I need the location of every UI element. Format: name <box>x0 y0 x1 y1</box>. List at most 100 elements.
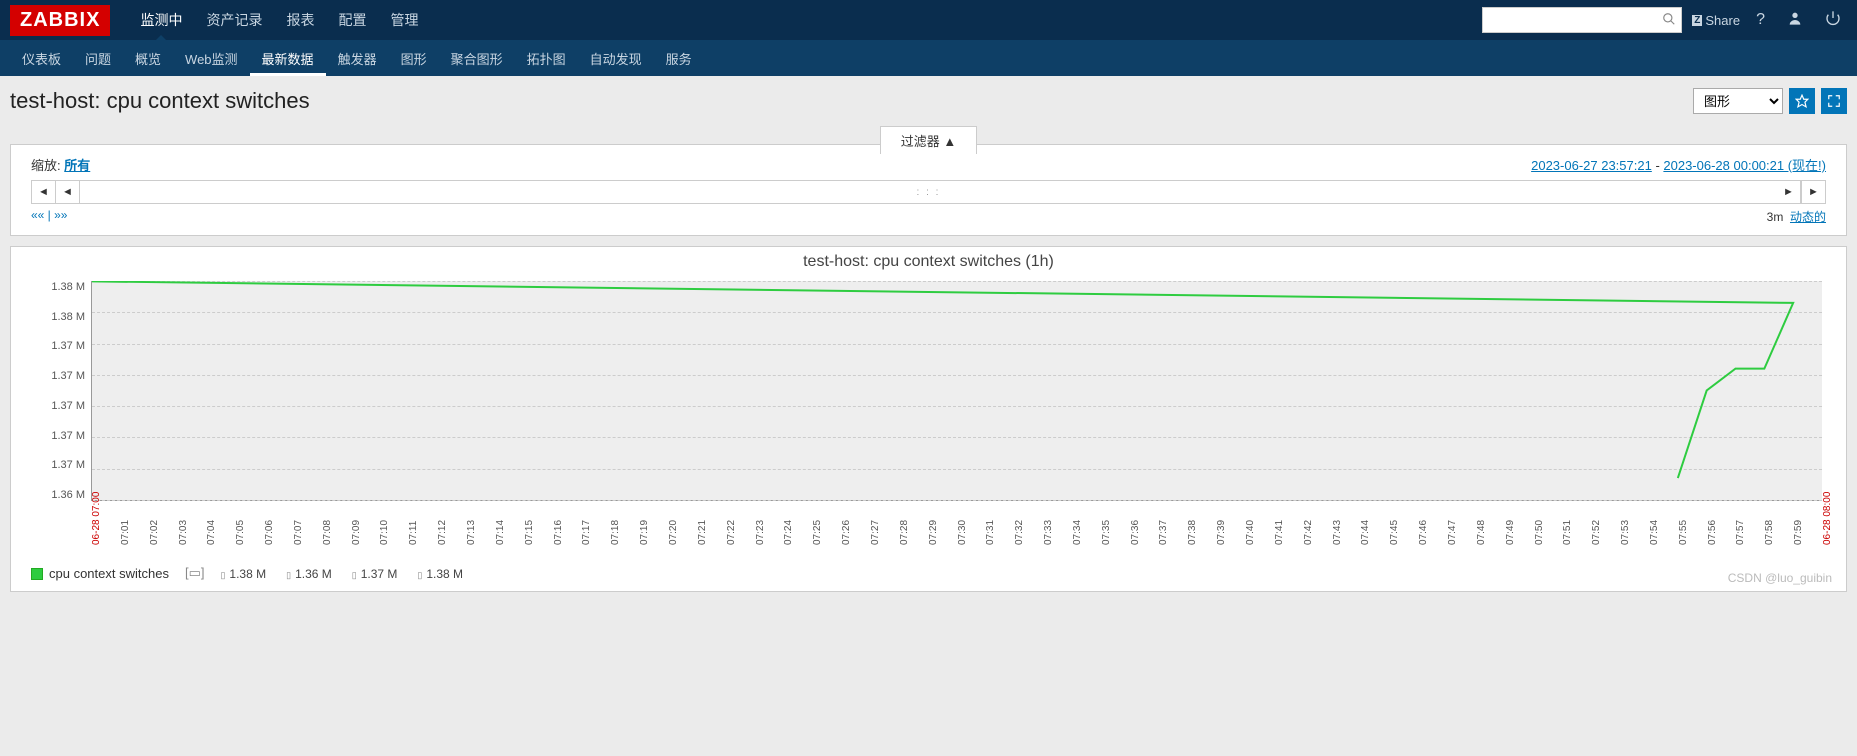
view-select[interactable]: 图形 <box>1693 88 1783 114</box>
x-tick: 06-28 08:00 <box>1822 492 1833 545</box>
legend-icon: [▭] <box>185 565 205 581</box>
date-to-link[interactable]: 2023-06-28 00:00:21 (现在!) <box>1663 158 1826 173</box>
x-tick: 07:25 <box>812 520 823 545</box>
x-tick: 07:50 <box>1534 520 1545 545</box>
y-tick: 1.38 M <box>21 281 85 293</box>
x-tick: 07:48 <box>1476 520 1487 545</box>
search-box <box>1482 7 1682 33</box>
date-range: 2023-06-27 23:57:21 - 2023-06-28 00:00:2… <box>1531 155 1826 174</box>
fullscreen-button[interactable] <box>1821 88 1847 114</box>
x-tick: 07:11 <box>408 521 419 545</box>
top-nav: 监测中资产记录报表配置管理 <box>128 0 1482 40</box>
x-tick: 07:33 <box>1043 520 1054 545</box>
x-tick: 07:02 <box>149 520 160 545</box>
x-tick: 07:53 <box>1620 520 1631 545</box>
legend-stats: ▯1.38 M▯1.36 M▯1.37 M▯1.38 M <box>220 566 483 581</box>
x-tick: 07:41 <box>1274 520 1285 545</box>
x-tick: 07:54 <box>1649 520 1660 545</box>
x-tick: 07:16 <box>553 520 564 545</box>
zoom-control: 缩放: 所有 <box>31 155 90 174</box>
x-tick: 07:28 <box>899 520 910 545</box>
share-button[interactable]: ZShare <box>1692 13 1740 28</box>
y-tick: 1.37 M <box>21 430 85 442</box>
chart-panel: test-host: cpu context switches (1h) 1.3… <box>10 246 1847 592</box>
nav-prev-button[interactable]: ◄ <box>56 181 80 203</box>
legend-item: cpu context switches <box>31 566 169 581</box>
x-tick: 07:42 <box>1303 520 1314 545</box>
chart-title: test-host: cpu context switches (1h) <box>21 253 1836 271</box>
x-tick: 07:07 <box>293 520 304 545</box>
x-tick: 07:40 <box>1245 520 1256 545</box>
filter-row: 缩放: 所有 2023-06-27 23:57:21 - 2023-06-28 … <box>31 155 1826 174</box>
subnav-item[interactable]: 聚合图形 <box>439 41 515 76</box>
help-icon[interactable]: ? <box>1750 7 1771 33</box>
x-tick: 07:37 <box>1158 520 1169 545</box>
topnav-item[interactable]: 管理 <box>378 0 430 40</box>
page-title: test-host: cpu context switches <box>10 88 1693 114</box>
nav-prev-page-button[interactable]: ◄ <box>32 181 56 203</box>
power-icon[interactable] <box>1819 6 1847 35</box>
date-from-link[interactable]: 2023-06-27 23:57:21 <box>1531 158 1652 173</box>
x-tick: 07:35 <box>1101 520 1112 545</box>
topnav-item[interactable]: 配置 <box>326 0 378 40</box>
topnav-item[interactable]: 监测中 <box>128 0 194 40</box>
x-tick: 07:01 <box>120 520 131 545</box>
favorite-button[interactable] <box>1789 88 1815 114</box>
subnav-item[interactable]: 仪表板 <box>10 41 73 76</box>
subnav-item[interactable]: Web监测 <box>173 41 250 76</box>
x-tick: 07:43 <box>1332 520 1343 545</box>
subnav-item[interactable]: 问题 <box>73 41 123 76</box>
subnav-item[interactable]: 服务 <box>654 41 704 76</box>
subnav-item[interactable]: 自动发现 <box>578 41 654 76</box>
subnav-item[interactable]: 最新数据 <box>250 41 326 76</box>
x-tick: 07:47 <box>1447 520 1458 545</box>
x-tick: 07:23 <box>755 520 766 545</box>
x-tick: 07:44 <box>1360 520 1371 545</box>
x-tick: 07:04 <box>206 520 217 545</box>
filter-tab[interactable]: 过滤器 ▲ <box>880 126 977 154</box>
chart-body: 1.38 M1.38 M1.37 M1.37 M1.37 M1.37 M1.37… <box>21 275 1836 507</box>
nav-next-button[interactable]: ► <box>1777 181 1801 203</box>
x-tick: 07:30 <box>957 520 968 545</box>
legend-stat-value: 1.36 M <box>295 567 332 581</box>
x-tick: 07:51 <box>1562 520 1573 545</box>
x-tick: 07:57 <box>1735 520 1746 545</box>
subnav-item[interactable]: 概览 <box>123 41 173 76</box>
top-right: ZShare ? <box>1482 6 1847 35</box>
x-tick: 07:46 <box>1418 520 1429 545</box>
nav-jump-links[interactable]: «« | »» <box>31 208 67 225</box>
search-icon[interactable] <box>1662 12 1676 29</box>
zoom-all-link[interactable]: 所有 <box>64 158 90 173</box>
x-tick: 07:38 <box>1187 520 1198 545</box>
x-tick: 07:19 <box>639 520 650 545</box>
nav-right-info: 3m 动态的 <box>1767 208 1826 225</box>
legend-stat-value: 1.38 M <box>229 567 266 581</box>
plot-area[interactable] <box>91 281 1822 501</box>
subnav-item[interactable]: 触发器 <box>326 41 389 76</box>
topnav-item[interactable]: 报表 <box>274 0 326 40</box>
x-tick: 07:08 <box>322 520 333 545</box>
nav-track[interactable]: : : : <box>80 187 1777 198</box>
x-tick: 07:29 <box>928 520 939 545</box>
page-header: test-host: cpu context switches 图形 <box>0 76 1857 126</box>
x-tick: 07:17 <box>581 520 592 545</box>
topnav-item[interactable]: 资产记录 <box>194 0 274 40</box>
y-tick: 1.37 M <box>21 400 85 412</box>
dynamic-link[interactable]: 动态的 <box>1790 210 1826 224</box>
legend: cpu context switches [▭] ▯1.38 M▯1.36 M▯… <box>21 565 1836 581</box>
user-icon[interactable] <box>1781 6 1809 35</box>
x-tick: 07:52 <box>1591 520 1602 545</box>
x-tick: 07:31 <box>985 520 996 545</box>
x-tick: 07:45 <box>1389 520 1400 545</box>
x-tick: 07:20 <box>668 520 679 545</box>
logo[interactable]: ZABBIX <box>10 5 110 36</box>
x-tick: 07:05 <box>235 520 246 545</box>
x-tick: 07:39 <box>1216 520 1227 545</box>
sub-nav: 仪表板问题概览Web监测最新数据触发器图形聚合图形拓扑图自动发现服务 <box>0 40 1857 76</box>
subnav-item[interactable]: 拓扑图 <box>515 41 578 76</box>
y-tick: 1.38 M <box>21 311 85 323</box>
subnav-item[interactable]: 图形 <box>389 41 439 76</box>
x-tick: 07:49 <box>1505 520 1516 545</box>
nav-next-page-button[interactable]: ► <box>1801 181 1825 203</box>
search-input[interactable] <box>1482 7 1682 33</box>
